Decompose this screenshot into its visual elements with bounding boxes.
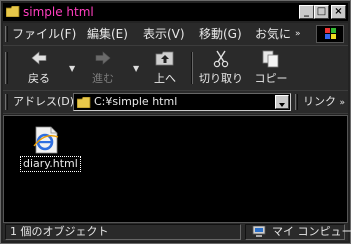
address-grip[interactable] — [5, 94, 8, 110]
menu-edit[interactable]: 編集(E) — [87, 26, 128, 42]
chevron-down-icon — [279, 103, 285, 107]
file-list-pane[interactable]: diary.html — [3, 115, 348, 223]
address-dropdown-button[interactable] — [275, 95, 289, 109]
copy-button[interactable]: コピー — [251, 50, 291, 88]
status-zone: マイ コンピュータ — [245, 224, 351, 240]
back-dropdown-icon[interactable]: ▼ — [69, 64, 75, 73]
menu-grip[interactable] — [5, 26, 8, 42]
folder-icon — [6, 6, 20, 17]
maximize-button[interactable]: □ — [314, 5, 329, 19]
scissors-icon — [213, 50, 229, 68]
address-value: C:¥simple html — [94, 95, 178, 108]
status-bar: 1 個のオブジェクト マイ コンピュータ — [3, 223, 351, 241]
up-label: 上へ — [154, 72, 176, 85]
back-label: 戻る — [28, 72, 50, 85]
status-object-count: 1 個のオブジェクト — [5, 224, 241, 240]
cut-label: 切り取り — [199, 72, 243, 85]
forward-button[interactable]: 進む — [81, 50, 125, 88]
address-input[interactable]: C:¥simple html — [73, 93, 291, 111]
forward-label: 進む — [92, 72, 114, 85]
title-bar[interactable]: simple html _ □ × — [3, 3, 348, 21]
address-label: アドレス(D) — [13, 95, 75, 108]
windows-logo-icon — [316, 25, 344, 43]
copy-icon — [262, 50, 279, 68]
menu-view[interactable]: 表示(V) — [143, 26, 185, 42]
forward-arrow-icon — [95, 51, 111, 65]
menu-favorites[interactable]: お気に — [255, 26, 291, 42]
menu-go[interactable]: 移動(G) — [199, 26, 242, 42]
cut-button[interactable]: 切り取り — [197, 50, 245, 88]
toolbar-grip[interactable] — [5, 52, 8, 84]
close-button[interactable]: × — [331, 5, 346, 19]
links-label: リンク — [303, 95, 336, 108]
window-title: simple html — [23, 5, 94, 19]
links-chevron-icon: » — [339, 98, 346, 108]
folder-icon — [77, 97, 91, 108]
minimize-button[interactable]: _ — [299, 5, 314, 19]
folder-up-icon — [155, 51, 174, 66]
menu-file[interactable]: ファイル(F) — [12, 26, 76, 42]
file-item[interactable]: diary.html — [18, 126, 81, 182]
links-button[interactable]: リンク » — [303, 94, 345, 111]
toolbar-separator — [191, 52, 193, 84]
ie-html-file-icon — [33, 126, 59, 154]
up-button[interactable]: 上へ — [145, 50, 185, 88]
menu-bar: ファイル(F) 編集(E) 表示(V) 移動(G) お気に » — [3, 23, 348, 46]
explorer-window: simple html _ □ × ファイル(F) 編集(E) 表示(V) 移動… — [0, 0, 351, 244]
back-arrow-icon — [31, 51, 47, 65]
file-name: diary.html — [20, 156, 81, 172]
status-zone-label: マイ コンピュータ — [272, 225, 351, 238]
menu-more-chevron-icon[interactable]: » — [295, 26, 301, 42]
links-grip[interactable] — [295, 94, 298, 110]
forward-dropdown-icon[interactable]: ▼ — [133, 64, 139, 73]
address-bar: アドレス(D) C:¥simple html リンク » — [3, 91, 348, 114]
standard-toolbar: 戻る ▼ 進む ▼ 上へ 切り取り コピー — [3, 46, 348, 91]
computer-icon — [252, 226, 266, 237]
back-button[interactable]: 戻る — [17, 50, 61, 88]
copy-label: コピー — [254, 72, 288, 85]
